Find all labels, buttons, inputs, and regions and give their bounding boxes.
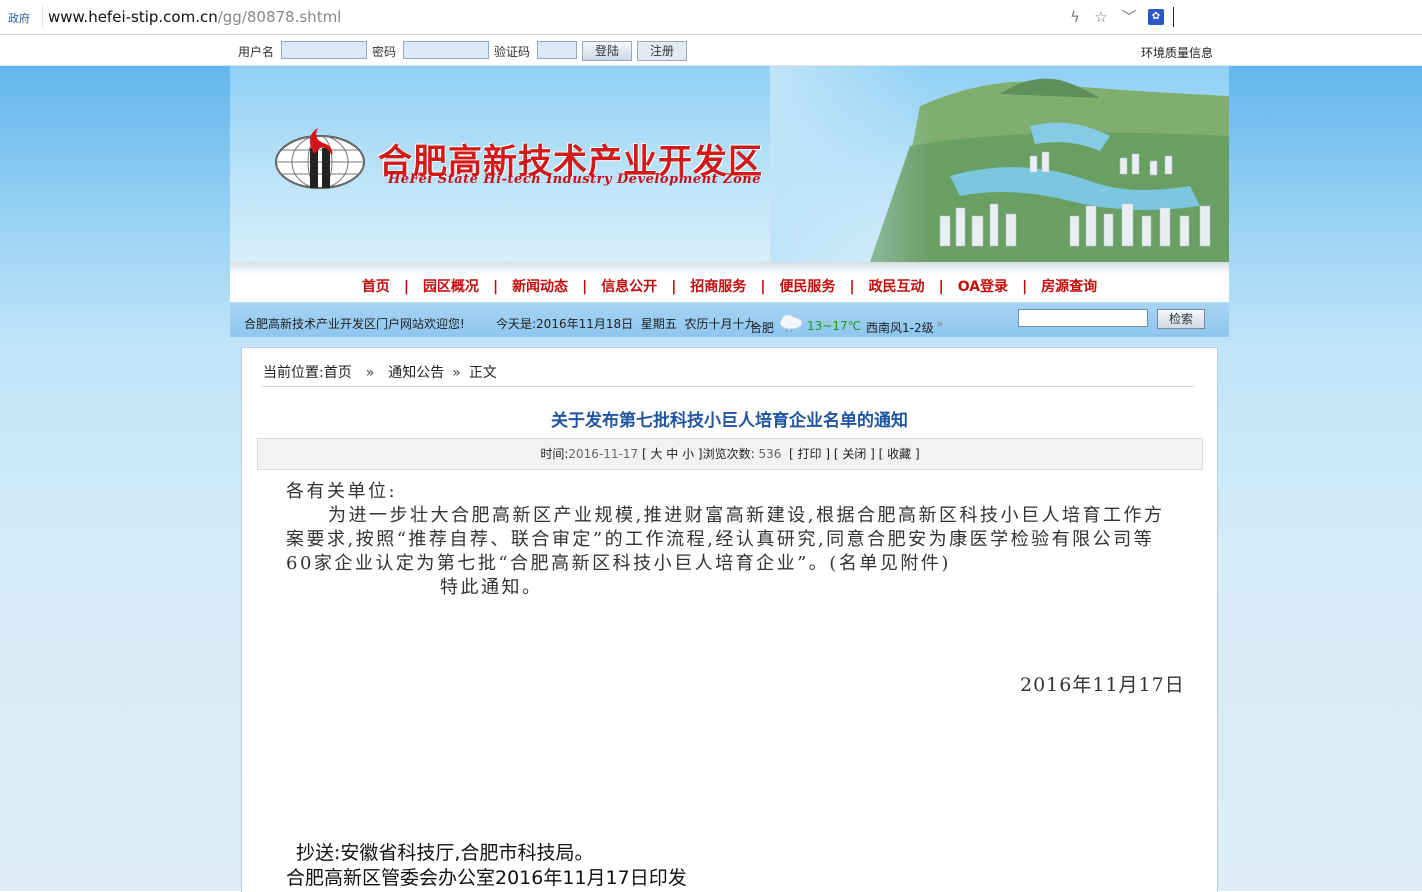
nav-item-info-disclosure[interactable]: 信息公开 <box>601 276 657 296</box>
article-title: 关于发布第七批科技小巨人培育企业名单的通知 <box>551 411 908 431</box>
article-actions[interactable]: [ 打印 ] [ 关闭 ] [ 收藏 ] <box>789 447 920 461</box>
nav-divider: | <box>403 279 409 295</box>
site-search-input[interactable] <box>1018 309 1148 327</box>
breadcrumb-divider <box>262 386 1194 387</box>
nav-divider: | <box>938 279 944 295</box>
font-size-controls[interactable]: [ 大 中 小 ] <box>642 447 703 461</box>
breadcrumb: 当前位置:首页 » 通知公告 » 正文 <box>263 362 497 382</box>
weather-wind: 西南风1-2级 <box>866 321 934 335</box>
breadcrumb-separator: » <box>365 365 375 381</box>
date-line: 今天是:2016年11月18日 星期五 农历十月十九 <box>496 315 756 332</box>
nav-item-oa-login[interactable]: OA登录 <box>958 276 1008 296</box>
welcome-bar: 合肥高新技术产业开发区门户网站欢迎您! 今天是:2016年11月18日 星期五 … <box>230 303 1229 337</box>
weather-temperature: 13~17℃ <box>807 319 862 333</box>
password-input[interactable] <box>403 41 489 59</box>
article-issuer: 合肥高新区管委会办公室2016年11月17日印发 <box>286 867 687 889</box>
captcha-label: 验证码 <box>494 45 531 59</box>
nav-divider: | <box>760 279 766 295</box>
url-field[interactable]: www.hefei-stip.com.cn/gg/80878.shtml <box>48 8 341 26</box>
lightning-icon[interactable]: ϟ <box>1066 8 1084 26</box>
today-prefix: 今天是: <box>496 317 537 331</box>
meta-views-label: 浏览次数: <box>702 447 755 461</box>
nav-item-home[interactable]: 首页 <box>362 276 390 296</box>
breadcrumb-prefix: 当前位置: <box>263 365 324 381</box>
breadcrumb-home[interactable]: 首页 <box>324 365 352 381</box>
address-separator <box>42 6 43 28</box>
article-paragraph: 为进一步壮大合肥高新区产业规模,推进财富高新建设,根据合肥高新区科技小巨人培育工… <box>286 505 1165 574</box>
hefei-hitech-logo-icon <box>275 128 365 189</box>
login-bar: 用户名 密码 验证码 登陆 注册 环境质量信息 <box>0 35 1422 66</box>
main-nav: 首页 | 园区概况 | 新闻动态 | 信息公开 | 招商服务 | 便民服务 | 政民互动 | OA登录 | 房源… <box>230 262 1229 302</box>
username-label: 用户名 <box>238 45 275 59</box>
breadcrumb-separator: » <box>452 365 461 381</box>
search-button[interactable]: 检索 <box>1157 309 1205 329</box>
nav-divider: | <box>1022 279 1028 295</box>
lunar-date: 农历十月十九 <box>684 317 757 331</box>
header-banner: 合肥高新技术产业开发区 HeFei State Hi-tech Industry… <box>230 66 1229 262</box>
meta-time-value: 2016-11-17 <box>568 447 639 461</box>
cloudy-weather-icon <box>779 315 803 333</box>
article-cc: 抄送:安徽省科技厅,合肥市科技局。 <box>296 842 594 864</box>
weather-city: 合肥 <box>750 321 775 335</box>
breadcrumb-current: 正文 <box>468 365 497 381</box>
star-icon[interactable]: ☆ <box>1092 8 1110 26</box>
url-path: /gg/80878.shtml <box>217 8 342 26</box>
url-host: www.hefei-stip.com.cn <box>48 8 218 26</box>
nav-item-housing[interactable]: 房源查询 <box>1041 276 1097 296</box>
article-meta-bar: 时间:2016-11-17 [ 大 中 小 ]浏览次数: 536 [ 打印 ] … <box>257 438 1203 470</box>
breadcrumb-section[interactable]: 通知公告 <box>388 365 444 381</box>
article-salutation: 各有关单位: <box>286 481 398 502</box>
nav-divider: | <box>671 279 677 295</box>
nav-divider: | <box>492 279 499 295</box>
nav-divider: | <box>849 279 855 295</box>
paw-icon[interactable]: ✿ <box>1148 9 1164 25</box>
text-caret <box>1173 7 1174 27</box>
city-aerial-illustration <box>770 66 1229 262</box>
nav-item-park-overview[interactable]: 园区概况 <box>423 276 479 296</box>
login-button[interactable]: 登陆 <box>582 41 632 61</box>
username-input[interactable] <box>281 41 367 59</box>
content-panel: 当前位置:首页 » 通知公告 » 正文 关于发布第七批科技小巨人培育企业名单的通知 时间… <box>241 347 1218 892</box>
meta-time-label: 时间: <box>540 447 569 461</box>
weekday: 星期五 <box>640 317 677 331</box>
article-date: 2016年11月17日 <box>1020 674 1185 696</box>
meta-views-value: 536 <box>758 447 782 461</box>
today-date: 2016年11月18日 <box>536 317 634 331</box>
site-title-en: HeFei State Hi-tech Industry Development… <box>388 172 761 187</box>
site-security-tag[interactable]: 政府 <box>8 10 30 26</box>
chevron-down-icon[interactable]: ﹀ <box>1120 8 1138 26</box>
captcha-input[interactable] <box>537 41 577 59</box>
browser-address-bar: 政府 www.hefei-stip.com.cn/gg/80878.shtml … <box>0 0 1422 35</box>
welcome-text: 合肥高新技术产业开发区门户网站欢迎您! <box>244 317 465 331</box>
nav-item-citizen-services[interactable]: 便民服务 <box>779 276 835 296</box>
nav-item-interaction[interactable]: 政民互动 <box>869 276 925 296</box>
weather-more-icon[interactable]: » <box>936 317 943 331</box>
env-quality-link[interactable]: 环境质量信息 <box>1141 44 1213 61</box>
article-closing: 特此通知。 <box>440 577 543 598</box>
article-body: 各有关单位: 为进一步壮大合肥高新区产业规模,推进财富高新建设,根据合肥高新区科… <box>286 480 1166 600</box>
nav-item-news[interactable]: 新闻动态 <box>512 276 568 296</box>
password-label: 密码 <box>372 45 397 59</box>
nav-divider: | <box>582 279 588 295</box>
register-button[interactable]: 注册 <box>637 41 687 61</box>
nav-item-investment[interactable]: 招商服务 <box>690 276 746 296</box>
